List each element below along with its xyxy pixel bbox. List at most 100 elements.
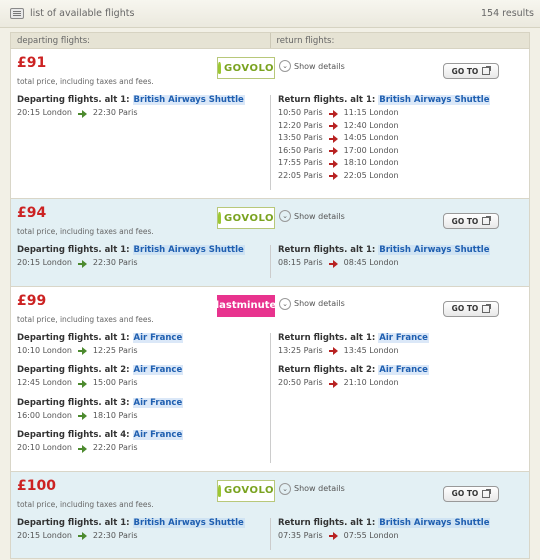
- results-header: list of available flights 154 results: [0, 0, 540, 28]
- flight-leg: 07:35 Paris 07:55 London: [278, 530, 523, 543]
- go-to-button[interactable]: GO TO: [443, 213, 499, 229]
- alternative-label: Return flights. alt 1:: [278, 517, 376, 528]
- departure-time: 16:50 Paris: [278, 145, 323, 155]
- external-link-icon: [482, 66, 492, 75]
- show-details-toggle[interactable]: ⌄ Show details: [279, 210, 345, 222]
- departure-time: 10:10 London: [17, 345, 72, 355]
- arrival-time: 07:55 London: [343, 530, 399, 540]
- arrow-right-icon: [328, 259, 338, 268]
- flight-leg: 08:15 Paris 08:45 London: [278, 257, 523, 270]
- go-to-button[interactable]: GO TO: [443, 485, 499, 502]
- departing-column-header: departing flights:: [11, 33, 271, 48]
- alternative-label: Return flights. alt 2:: [278, 365, 376, 375]
- offer-card: £99 total price, including taxes and fees…: [10, 286, 530, 472]
- show-details-toggle[interactable]: ⌄ Show details: [279, 297, 345, 310]
- provider-name: GOVOLO: [223, 485, 274, 496]
- airline-link[interactable]: Air France: [132, 430, 184, 440]
- airline-link[interactable]: Air France: [378, 365, 429, 375]
- airline-link[interactable]: British Airways Shuttle: [132, 517, 245, 528]
- departing-alternative: Departing flights. alt 1: Air France 10:1…: [17, 332, 262, 358]
- offer-header: £91 total price, including taxes and fees…: [17, 55, 523, 91]
- price-note: total price, including taxes and fees.: [17, 314, 154, 324]
- offer-header: £100 total price, including taxes and fee…: [17, 478, 523, 514]
- provider-logo[interactable]: GOVOLO: [217, 57, 275, 79]
- list-icon: [10, 8, 24, 19]
- flight-leg: 22:05 Paris 22:05 London: [278, 170, 523, 183]
- show-details-label: Show details: [294, 484, 345, 493]
- alternative-label: Departing flights. alt 1:: [17, 517, 130, 528]
- flight-leg: 20:15 London 22:30 Paris: [17, 107, 262, 120]
- arrow-right-icon: [328, 122, 338, 131]
- departure-time: 12:20 Paris: [278, 120, 323, 130]
- flight-leg: 10:50 Paris 11:15 London: [278, 107, 523, 120]
- arrow-right-icon: [328, 147, 338, 156]
- arrival-time: 12:25 Paris: [92, 345, 138, 355]
- offer-price: £91: [17, 55, 47, 71]
- flight-leg: 12:45 London 15:00 Paris: [17, 377, 262, 390]
- provider-name: GOVOLO: [223, 212, 274, 224]
- alternative-label: Return flights. alt 1:: [278, 245, 376, 255]
- alternative-title: Departing flights. alt 1: British Airway…: [17, 517, 262, 528]
- offer-header: £94 total price, including taxes and fees…: [17, 205, 523, 241]
- arrow-right-icon: [77, 444, 87, 453]
- airline-link[interactable]: British Airways Shuttle: [378, 95, 491, 105]
- flight-columns: Departing flights. alt 1: Air France 10:1…: [17, 332, 523, 463]
- alternative-label: Departing flights. alt 1:: [17, 245, 130, 255]
- arrival-time: 11:15 London: [343, 108, 399, 117]
- departure-time: 20:15 London: [17, 530, 72, 540]
- departure-time: 07:35 Paris: [278, 530, 323, 540]
- arrival-time: 21:10 London: [343, 378, 399, 387]
- arrival-time: 22:05 London: [343, 170, 399, 180]
- go-to-button[interactable]: GO TO: [443, 300, 499, 317]
- departure-time: 20:10 London: [17, 443, 72, 452]
- price-block: £99 total price, including taxes and fees…: [17, 293, 217, 324]
- departure-time: 20:50 Paris: [278, 378, 323, 387]
- govolo-mascot-icon: [218, 62, 221, 74]
- return-column-header: return flights:: [276, 36, 335, 46]
- flight-leg: 10:10 London 12:25 Paris: [17, 345, 262, 358]
- airline-link[interactable]: Air France: [378, 332, 429, 343]
- price-note: total price, including taxes and fees.: [17, 499, 154, 509]
- arrow-right-icon: [77, 109, 87, 118]
- alternative-label: Departing flights. alt 2:: [17, 365, 130, 375]
- price-block: £94 total price, including taxes and fees…: [17, 205, 217, 236]
- departing-flights-column: Departing flights. alt 1: British Airway…: [17, 95, 271, 190]
- departing-flights-column: Departing flights. alt 1: British Airway…: [17, 517, 271, 550]
- airline-link[interactable]: British Airways Shuttle: [132, 95, 245, 105]
- flight-leg: 16:00 London 18:10 Paris: [17, 410, 262, 423]
- arrival-time: 14:05 London: [343, 133, 399, 142]
- departure-time: 13:50 Paris: [278, 133, 323, 142]
- alternative-title: Departing flights. alt 1: Air France: [17, 332, 262, 343]
- offer-card: £91 total price, including taxes and fees…: [10, 49, 530, 199]
- alternative-title: Return flights. alt 1: British Airways S…: [278, 517, 523, 528]
- show-details-toggle[interactable]: ⌄ Show details: [279, 60, 345, 72]
- airline-link[interactable]: Air France: [132, 365, 184, 375]
- provider-logo[interactable]: GOVOLO: [217, 479, 275, 502]
- alternative-label: Departing flights. alt 1:: [17, 332, 130, 343]
- arrow-right-icon: [328, 134, 338, 143]
- departing-alternative: Departing flights. alt 3: Air France 16:0…: [17, 397, 262, 423]
- arrival-time: 22:30 Paris: [92, 258, 138, 267]
- arrow-right-icon: [328, 109, 338, 118]
- airline-link[interactable]: British Airways Shuttle: [378, 245, 491, 255]
- airline-link[interactable]: Air France: [132, 332, 184, 343]
- provider-logo[interactable]: GOVOLO: [217, 207, 275, 229]
- results-title: list of available flights: [30, 8, 135, 19]
- show-details-toggle[interactable]: ⌄ Show details: [279, 482, 345, 495]
- airline-link[interactable]: Air France: [132, 397, 184, 408]
- provider-logo[interactable]: lastminute: [216, 294, 276, 317]
- arrival-time: 22:30 Paris: [92, 108, 138, 117]
- alternative-title: Departing flights. alt 4: Air France: [17, 430, 262, 440]
- departing-alternative: Departing flights. alt 1: British Airway…: [17, 245, 262, 270]
- arrow-right-icon: [328, 159, 338, 168]
- price-note: total price, including taxes and fees.: [17, 227, 154, 236]
- airline-link[interactable]: British Airways Shuttle: [378, 517, 491, 528]
- go-to-label: GO TO: [451, 304, 479, 313]
- arrow-right-icon: [328, 532, 338, 541]
- chevron-down-icon: ⌄: [279, 60, 291, 72]
- alternative-title: Departing flights. alt 2: Air France: [17, 365, 262, 375]
- go-to-button[interactable]: GO TO: [443, 63, 499, 79]
- departure-time: 08:15 Paris: [278, 258, 323, 267]
- external-link-icon: [482, 488, 492, 498]
- airline-link[interactable]: British Airways Shuttle: [132, 245, 245, 255]
